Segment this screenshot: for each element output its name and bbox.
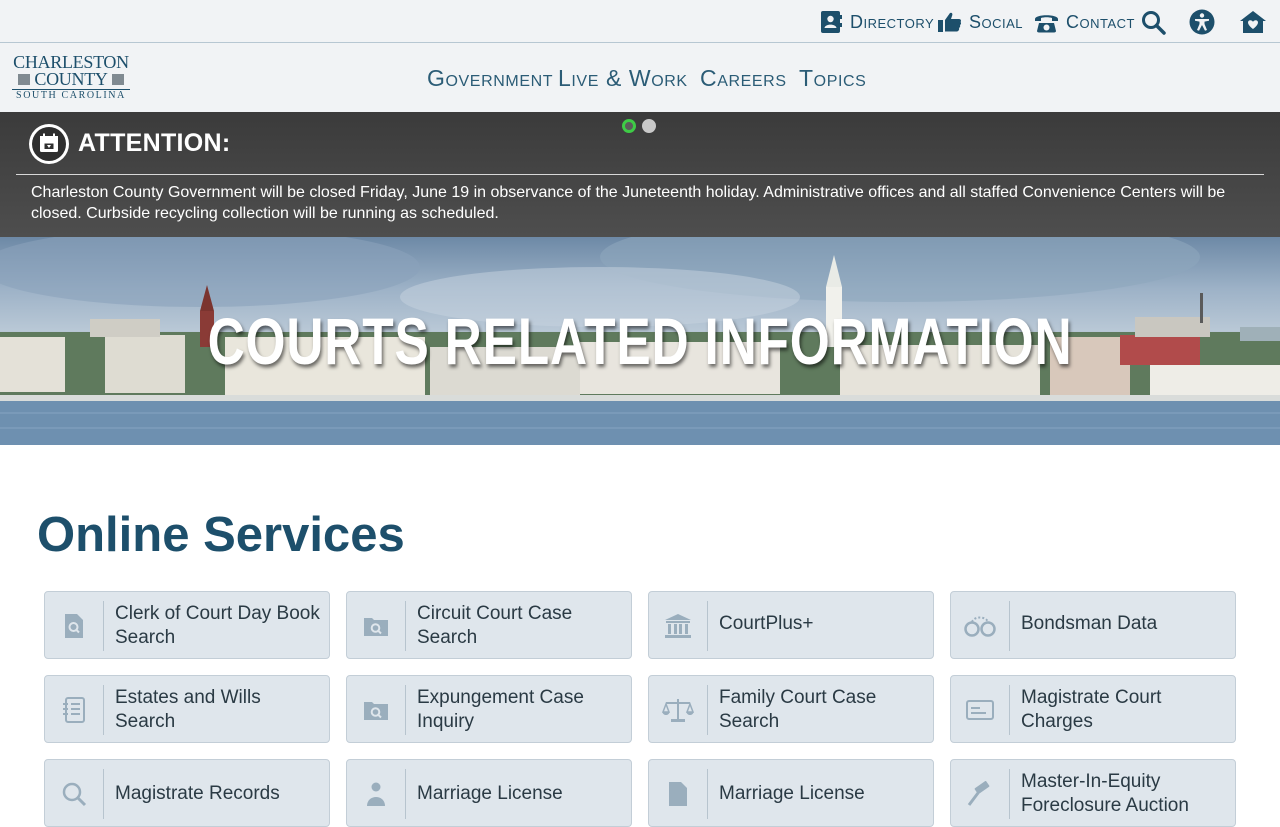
phone-icon [1034, 12, 1059, 33]
nav-live-work[interactable]: Live & Work [558, 65, 688, 95]
hero-banner: COURTS RELATED INFORMATION [0, 237, 1280, 445]
home-button[interactable] [1239, 8, 1267, 36]
nav-careers[interactable]: Careers [700, 65, 787, 95]
county-logo[interactable]: CHARLESTON COUNTY SOUTH CAROLINA [12, 53, 130, 102]
tile-label: Clerk of Court Day Book Search [115, 603, 320, 648]
attention-message: Charleston County Government will be clo… [31, 184, 1226, 222]
hero-title: COURTS RELATED INFORMATION [207, 304, 1073, 378]
service-tile-marriage-license-2[interactable]: Marriage License [648, 759, 934, 827]
person-icon [347, 769, 406, 819]
tile-label: Estates and Wills Search [115, 687, 261, 732]
calendar-alert-icon [29, 124, 69, 164]
tile-label: Master-In-Equity Foreclosure Auction [1021, 771, 1189, 816]
nav-government[interactable]: Government [427, 65, 553, 95]
tile-label: Magistrate Court Charges [1021, 687, 1162, 732]
social-label: Social [969, 11, 1024, 32]
tile-label: Expungement Case Inquiry [417, 687, 584, 732]
courthouse-icon [649, 601, 708, 651]
carousel-dot-1[interactable] [622, 119, 636, 133]
online-services-heading: Online Services [37, 508, 405, 562]
directory-icon [820, 10, 843, 34]
document-icon [649, 769, 708, 819]
folder-search-icon [347, 601, 406, 651]
attention-title: ATTENTION: [78, 129, 231, 157]
carousel-dot-2[interactable] [642, 119, 656, 133]
tile-label: Marriage License [719, 783, 865, 804]
tile-label: Marriage License [417, 783, 563, 804]
attention-divider [16, 174, 1264, 175]
search-icon [45, 769, 104, 819]
service-tile-marriage-license-1[interactable]: Marriage License [346, 759, 632, 827]
tile-label: Family Court Case Search [719, 687, 877, 732]
tile-label: Magistrate Records [115, 783, 280, 804]
scales-icon [649, 685, 708, 735]
accessibility-icon [1189, 9, 1215, 35]
directory-link[interactable]: Directory [820, 8, 934, 36]
accessibility-button[interactable] [1189, 8, 1215, 36]
logo-line-3: SOUTH CAROLINA [12, 89, 130, 102]
logo-right-square [111, 74, 124, 85]
logo-line-2-row: COUNTY [12, 69, 130, 89]
folder-search-icon [347, 685, 406, 735]
home-icon [1239, 10, 1267, 34]
search-button[interactable] [1141, 8, 1166, 36]
tile-label: Circuit Court Case Search [417, 603, 573, 648]
service-tile-courtplus[interactable]: CourtPlus+ [648, 591, 934, 659]
service-tile-clerk-day-book[interactable]: Clerk of Court Day Book Search [44, 591, 330, 659]
logo-left-square [18, 74, 31, 85]
contact-label: Contact [1066, 11, 1135, 32]
carousel-dots [622, 119, 656, 133]
service-tile-expungement[interactable]: Expungement Case Inquiry [346, 675, 632, 743]
attention-banner: ATTENTION: Charleston County Government … [0, 112, 1280, 237]
handcuffs-icon [951, 601, 1010, 651]
service-tile-magistrate-charges[interactable]: Magistrate Court Charges [950, 675, 1236, 743]
service-tile-circuit-court[interactable]: Circuit Court Case Search [346, 591, 632, 659]
card-icon [951, 685, 1010, 735]
service-tile-bondsman[interactable]: Bondsman Data [950, 591, 1236, 659]
service-tile-master-in-equity[interactable]: Master-In-Equity Foreclosure Auction [950, 759, 1236, 827]
search-icon [1141, 10, 1166, 35]
directory-label: Directory [850, 11, 935, 32]
notebook-icon [45, 685, 104, 735]
contact-link[interactable]: Contact [1034, 8, 1135, 36]
thumbs-up-icon [937, 11, 962, 33]
logo-line-2: COUNTY [34, 69, 108, 89]
main-header: CHARLESTON COUNTY SOUTH CAROLINA Governm… [0, 43, 1280, 112]
document-search-icon [45, 601, 104, 651]
service-tile-family-court[interactable]: Family Court Case Search [648, 675, 934, 743]
service-tile-magistrate-records[interactable]: Magistrate Records [44, 759, 330, 827]
service-tile-estates-wills[interactable]: Estates and Wills Search [44, 675, 330, 743]
nav-topics[interactable]: Topics [799, 65, 866, 95]
utility-bar: Directory Social Contact [0, 0, 1280, 43]
gavel-icon [951, 769, 1010, 819]
tile-label: Bondsman Data [1021, 613, 1158, 634]
tile-label: CourtPlus+ [719, 613, 814, 634]
social-link[interactable]: Social [937, 8, 1023, 36]
